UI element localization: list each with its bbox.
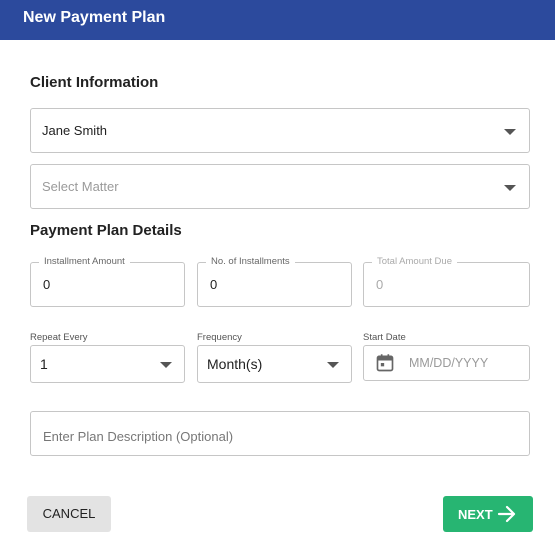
installment-amount-value: 0 [43, 277, 51, 292]
cancel-button[interactable]: CANCEL [27, 496, 111, 532]
frequency-select[interactable]: Month(s) [197, 345, 352, 383]
dialog-title: New Payment Plan [23, 9, 166, 26]
client-select[interactable]: Jane Smith [30, 108, 530, 153]
plan-description-input[interactable]: Enter Plan Description (Optional) [30, 411, 530, 456]
total-amount-due-value: 0 [376, 277, 384, 292]
start-date-input[interactable]: MM/DD/YYYY [363, 345, 530, 381]
repeat-every-value: 1 [40, 356, 48, 372]
installment-amount-field[interactable]: Installment Amount 0 [30, 256, 185, 307]
caret-down-icon [504, 129, 516, 135]
repeat-every-select[interactable]: 1 [30, 345, 185, 383]
installments-count-field[interactable]: No. of Installments 0 [197, 256, 352, 307]
calendar-icon[interactable] [375, 353, 395, 378]
next-button[interactable]: NEXT [443, 496, 533, 532]
arrow-right-icon [497, 505, 516, 523]
client-information-title: Client Information [30, 74, 159, 91]
caret-down-icon [327, 362, 339, 368]
repeat-every-label: Repeat Every [30, 332, 88, 343]
installment-amount-label: Installment Amount [39, 256, 130, 268]
payment-plan-details-title: Payment Plan Details [30, 222, 182, 239]
caret-down-icon [504, 185, 516, 191]
frequency-label: Frequency [197, 332, 242, 343]
installments-count-label: No. of Installments [206, 256, 295, 268]
frequency-value: Month(s) [207, 356, 263, 372]
start-date-label: Start Date [363, 332, 406, 343]
total-amount-due-label: Total Amount Due [372, 256, 457, 268]
next-button-label: NEXT [458, 507, 493, 522]
dialog-header: New Payment Plan [0, 0, 555, 40]
caret-down-icon [160, 362, 172, 368]
installments-count-value: 0 [210, 277, 218, 292]
start-date-placeholder: MM/DD/YYYY [409, 356, 489, 370]
matter-select[interactable]: Select Matter [30, 164, 530, 209]
client-select-value: Jane Smith [42, 123, 108, 138]
total-amount-due-field: Total Amount Due 0 [363, 256, 530, 307]
plan-description-placeholder: Enter Plan Description (Optional) [43, 429, 234, 444]
matter-select-placeholder: Select Matter [42, 179, 119, 194]
